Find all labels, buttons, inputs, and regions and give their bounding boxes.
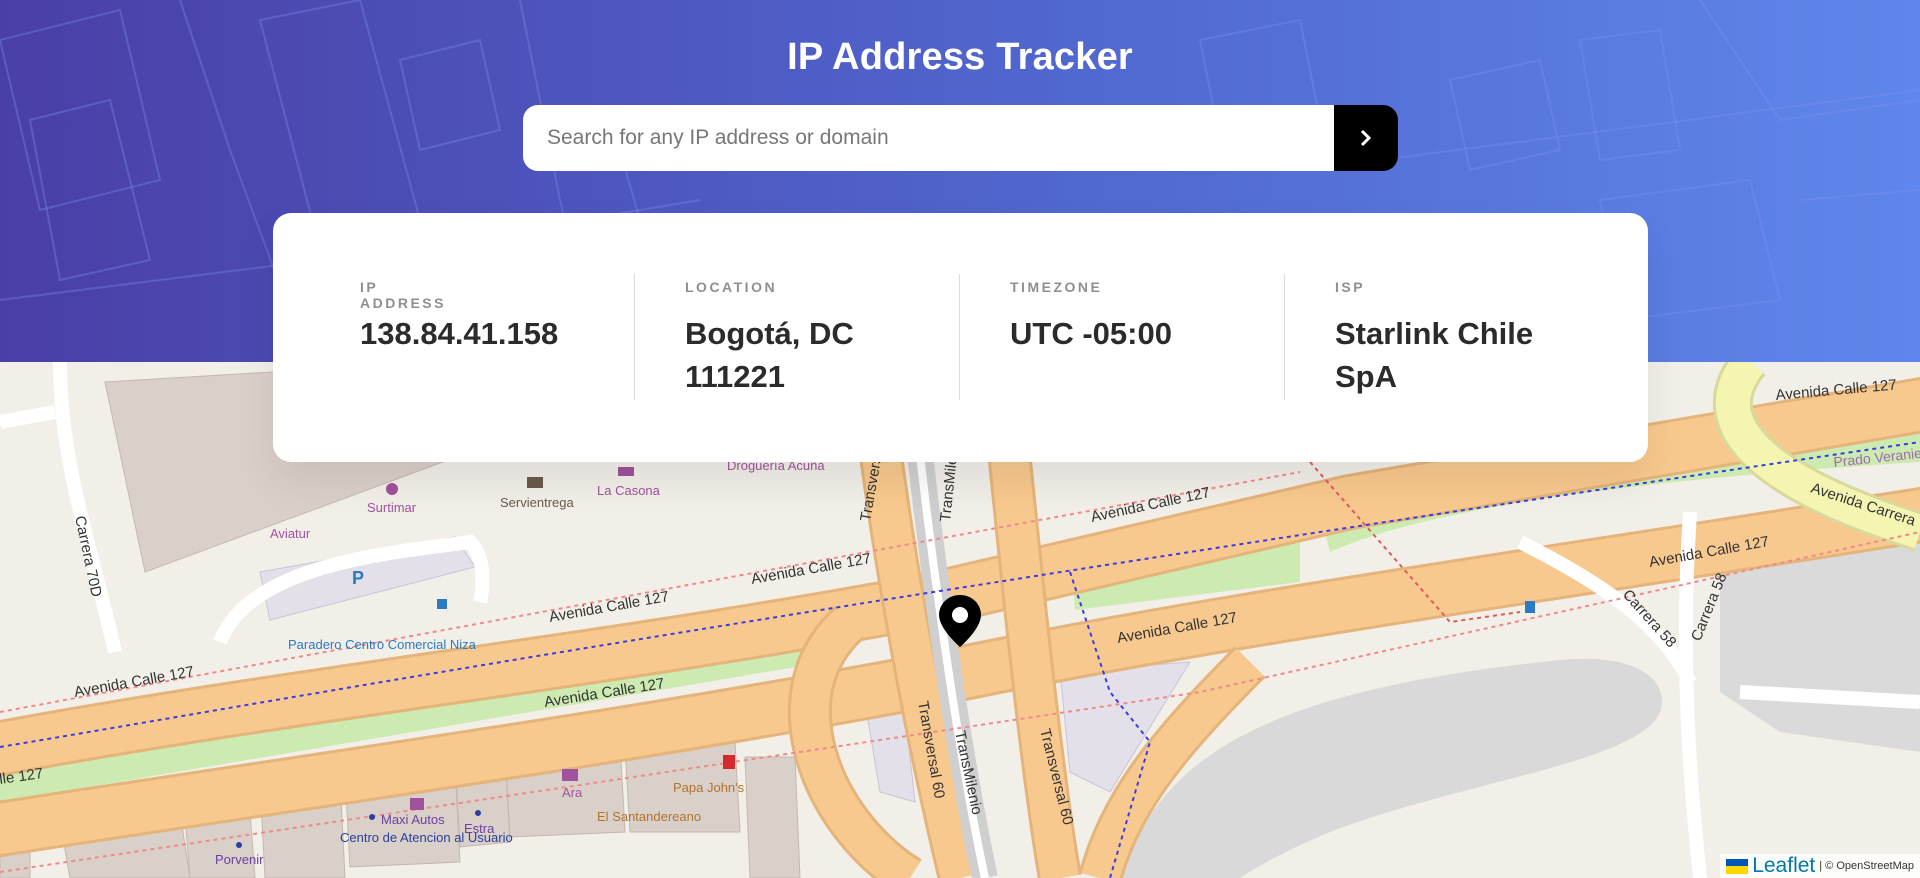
- map-attribution: Leaflet | © OpenStreetMap: [1720, 854, 1920, 878]
- ip-address-label: IP ADDRESS: [360, 279, 446, 311]
- envelope-icon: [527, 477, 543, 488]
- poi-label: Aviatur: [270, 526, 311, 541]
- poi-label: Surtimar: [367, 500, 417, 515]
- search-submit-button[interactable]: [1334, 105, 1398, 171]
- isp-label: ISP: [1335, 279, 1366, 295]
- page-title: IP Address Tracker: [787, 36, 1133, 78]
- location-value: Bogotá, DC 111221: [685, 316, 854, 394]
- isp-value: Starlink Chile SpA: [1335, 316, 1534, 394]
- ukraine-flag-icon: [1726, 858, 1749, 874]
- search-input[interactable]: [523, 105, 1334, 171]
- poi-label: El Santandereano: [597, 809, 701, 824]
- location-label: LOCATION: [685, 279, 778, 295]
- ip-address-value: 138.84.41.158: [360, 316, 559, 351]
- osm-attribution-link[interactable]: | © OpenStreetMap: [1819, 860, 1914, 872]
- search-bar: [523, 105, 1398, 171]
- poi-label: Paradero Centro Comercial Niza: [288, 637, 477, 652]
- poi-label: Porvenir: [215, 852, 264, 867]
- poi-label: Papa John's: [673, 780, 745, 795]
- pharmacy-icon: [723, 755, 735, 769]
- car-repair-icon: [410, 798, 424, 810]
- divider: [959, 274, 960, 400]
- office-icon: [369, 814, 375, 820]
- bus-stop-icon: [437, 599, 447, 609]
- poi-label: Ara: [562, 785, 583, 800]
- ip-info-card: IP ADDRESS 138.84.41.158 LOCATION Bogotá…: [273, 213, 1648, 462]
- parking-icon: P: [352, 568, 364, 588]
- bank-icon: [236, 842, 242, 848]
- poi-label: Maxi Autos: [381, 812, 445, 827]
- cart-icon: [562, 769, 578, 781]
- bus-stop-icon: [1525, 601, 1535, 613]
- timezone-value: UTC -05:00: [1010, 316, 1172, 351]
- timezone-label: TIMEZONE: [1010, 279, 1103, 295]
- divider: [1284, 274, 1285, 400]
- poi-label: Centro de Atencion al Usuario: [340, 830, 513, 845]
- location-pin-icon[interactable]: [936, 593, 984, 649]
- shop-icon: [618, 467, 634, 476]
- fish-icon: [386, 483, 398, 495]
- poi-label: Servientrega: [500, 495, 574, 510]
- leaflet-link[interactable]: Leaflet: [1752, 854, 1815, 878]
- divider: [634, 274, 635, 400]
- chevron-right-icon: [1360, 129, 1372, 147]
- office-icon: [475, 810, 481, 816]
- poi-label: La Casona: [597, 483, 661, 498]
